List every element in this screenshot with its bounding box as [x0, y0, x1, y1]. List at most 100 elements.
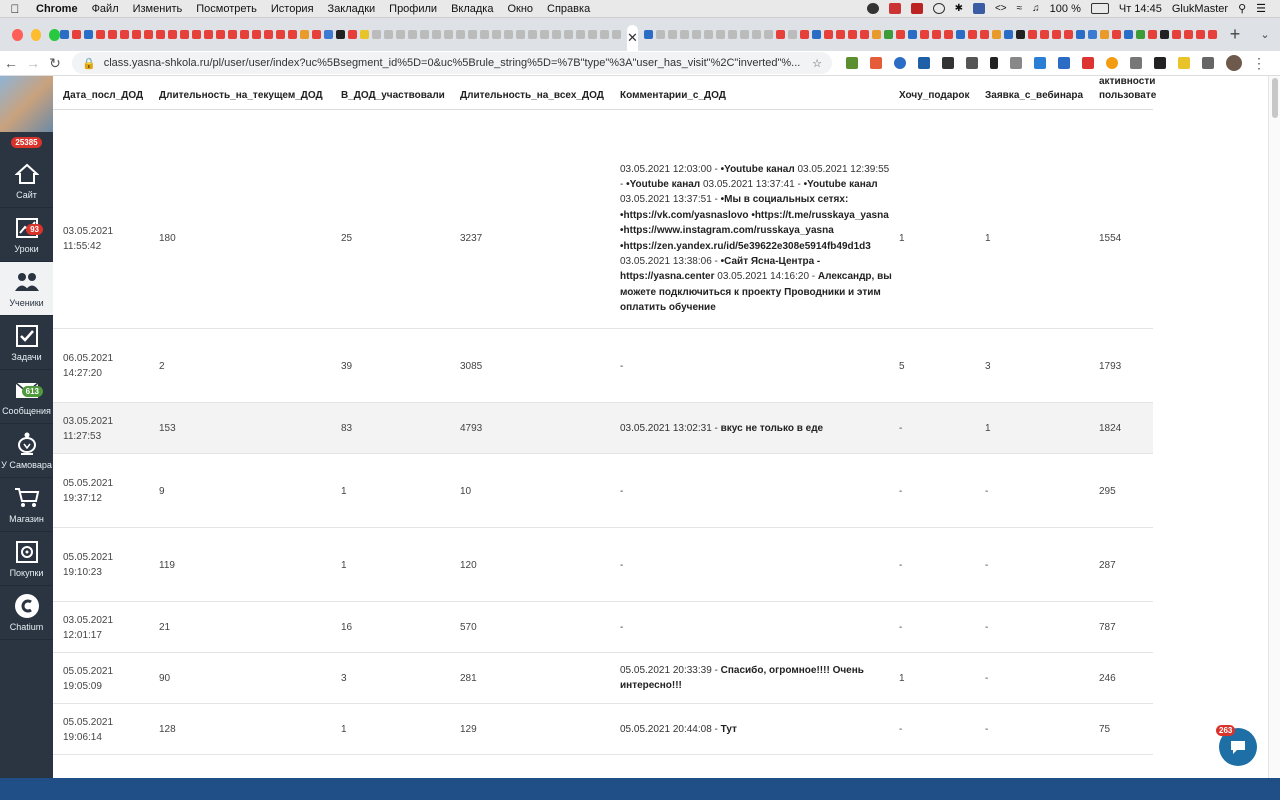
extension-icon[interactable] — [1130, 57, 1142, 69]
tab-favicon[interactable] — [324, 30, 333, 39]
tab-favicon[interactable] — [823, 30, 833, 39]
tab-favicon[interactable] — [643, 30, 653, 39]
m-app-icon[interactable] — [910, 3, 923, 14]
table-row[interactable]: 03.05.2021 11:27:53 153 83 4793 - 1 1824 03.05.2… — [53, 403, 1153, 454]
menu-profiles[interactable]: Профили — [383, 3, 445, 15]
tab-favicon[interactable] — [492, 30, 501, 39]
tab-favicon[interactable] — [703, 30, 713, 39]
tab-favicon[interactable] — [72, 30, 81, 39]
tab-favicon[interactable] — [1099, 30, 1109, 39]
tab-favicon[interactable] — [871, 30, 881, 39]
tab-favicon[interactable] — [264, 30, 273, 39]
url-text[interactable]: class.yasna-shkola.ru/pl/user/user/index… — [104, 57, 801, 69]
tab-favicon[interactable] — [907, 30, 917, 39]
tab-favicon[interactable] — [1147, 30, 1157, 39]
tab-favicon[interactable] — [408, 30, 417, 39]
tab-favicon[interactable] — [336, 30, 345, 39]
column-header-participated[interactable]: В_ДОД_участвовали — [341, 90, 445, 101]
clock[interactable]: Чт 14:45 — [1119, 3, 1162, 15]
scrollbar-thumb[interactable] — [1272, 78, 1278, 118]
column-header-activity-top[interactable]: активности — [1099, 76, 1155, 87]
tab-favicon[interactable] — [1195, 30, 1205, 39]
close-window-button[interactable] — [12, 28, 23, 41]
tab-favicon[interactable] — [1039, 30, 1049, 39]
tab-favicon[interactable] — [715, 30, 725, 39]
tab-favicon[interactable] — [444, 30, 453, 39]
user-name[interactable]: GlukMaster — [1172, 3, 1228, 15]
table-row[interactable]: 05.05.2021 19:10:23 119 1 120 - - 287 - — [53, 528, 1153, 602]
tab-favicon[interactable] — [991, 30, 1001, 39]
tab-favicon[interactable] — [919, 30, 929, 39]
tab-favicon[interactable] — [931, 30, 941, 39]
tomato-icon[interactable] — [888, 3, 901, 14]
menu-window[interactable]: Окно — [501, 3, 541, 15]
column-header-activity[interactable]: пользовате — [1099, 90, 1156, 101]
tab-favicon[interactable] — [1207, 30, 1217, 39]
menu-view[interactable]: Посмотреть — [190, 3, 265, 15]
forward-icon[interactable]: → — [22, 55, 44, 71]
sidebar-item-tasks[interactable]: Задачи — [0, 316, 53, 370]
tab-favicon[interactable] — [540, 30, 549, 39]
tab-favicon[interactable] — [108, 30, 117, 39]
column-header-comments[interactable]: Комментарии_с_ДОД — [620, 90, 726, 101]
table-row[interactable]: 06.05.2021 14:27:20 2 39 3085 5 3 1793 - — [53, 329, 1153, 403]
tab-favicon[interactable] — [979, 30, 989, 39]
table-row[interactable]: 05.05.2021 19:05:09 90 3 281 1 - 246 05.05.2021 … — [53, 653, 1153, 704]
table-row[interactable]: 05.05.2021 19:06:14 128 1 129 - - 75 05.05.2021 … — [53, 704, 1153, 755]
tab-favicon[interactable] — [348, 30, 357, 39]
extension-icon[interactable] — [1106, 57, 1118, 69]
tab-favicon[interactable] — [216, 30, 225, 39]
tab-favicon[interactable] — [168, 30, 177, 39]
menu-tab[interactable]: Вкладка — [445, 3, 501, 15]
tab-favicon[interactable] — [528, 30, 537, 39]
tab-favicon[interactable] — [84, 30, 93, 39]
reload-icon[interactable]: ↻ — [44, 55, 66, 72]
time-machine-icon[interactable] — [932, 3, 945, 14]
tab-favicon[interactable] — [372, 30, 381, 39]
tab-favicon[interactable] — [727, 30, 737, 39]
address-bar[interactable]: 🔒 class.yasna-shkola.ru/pl/user/user/ind… — [72, 52, 832, 74]
close-tab-icon[interactable]: ✕ — [627, 30, 638, 46]
tab-favicon[interactable] — [180, 30, 189, 39]
extension-icon[interactable] — [990, 57, 998, 69]
tab-favicon[interactable] — [1075, 30, 1085, 39]
user-avatar[interactable] — [0, 76, 53, 132]
tab-favicon[interactable] — [516, 30, 525, 39]
column-header-date[interactable]: Дата_посл_ДОД — [63, 90, 143, 101]
tab-favicon[interactable] — [811, 30, 821, 39]
table-row[interactable]: 03.05.2021 11:55:42 180 25 3237 1 1 1554 03.05.2… — [53, 148, 1153, 329]
extension-icon[interactable] — [1058, 57, 1070, 69]
tab-favicon[interactable] — [480, 30, 489, 39]
extension-icon[interactable] — [846, 57, 858, 69]
tab-favicon[interactable] — [955, 30, 965, 39]
extension-icon[interactable] — [918, 57, 930, 69]
menu-history[interactable]: История — [265, 3, 322, 15]
tab-favicon[interactable] — [1171, 30, 1181, 39]
tab-favicon[interactable] — [787, 30, 797, 39]
tab-favicon[interactable] — [432, 30, 441, 39]
menu-edit[interactable]: Изменить — [127, 3, 191, 15]
tab-favicon[interactable] — [1135, 30, 1145, 39]
tab-favicon[interactable] — [835, 30, 845, 39]
tab-favicon[interactable] — [228, 30, 237, 39]
flag-icon[interactable] — [972, 3, 985, 14]
extension-icon[interactable] — [870, 57, 882, 69]
spotlight-icon[interactable]: ⚲ — [1238, 2, 1246, 15]
sidebar-item-students[interactable]: Ученики — [0, 262, 53, 316]
tab-favicon[interactable] — [132, 30, 141, 39]
tab-favicon[interactable] — [588, 30, 597, 39]
bookmark-star-icon[interactable]: ☆ — [812, 57, 822, 70]
tab-favicon[interactable] — [1159, 30, 1169, 39]
tab-favicon[interactable] — [655, 30, 665, 39]
tab-favicon[interactable] — [312, 30, 321, 39]
tab-favicon[interactable] — [612, 30, 621, 39]
sidebar-item-chatium[interactable]: Chatium — [0, 586, 53, 640]
extension-icon[interactable] — [966, 57, 978, 69]
menu-bookmarks[interactable]: Закладки — [322, 3, 384, 15]
tab-favicon[interactable] — [859, 30, 869, 39]
sidebar-item-shop[interactable]: Магазин — [0, 478, 53, 532]
tab-favicon[interactable] — [276, 30, 285, 39]
tab-favicon[interactable] — [883, 30, 893, 39]
tab-favicon[interactable] — [967, 30, 977, 39]
tab-favicon[interactable] — [847, 30, 857, 39]
